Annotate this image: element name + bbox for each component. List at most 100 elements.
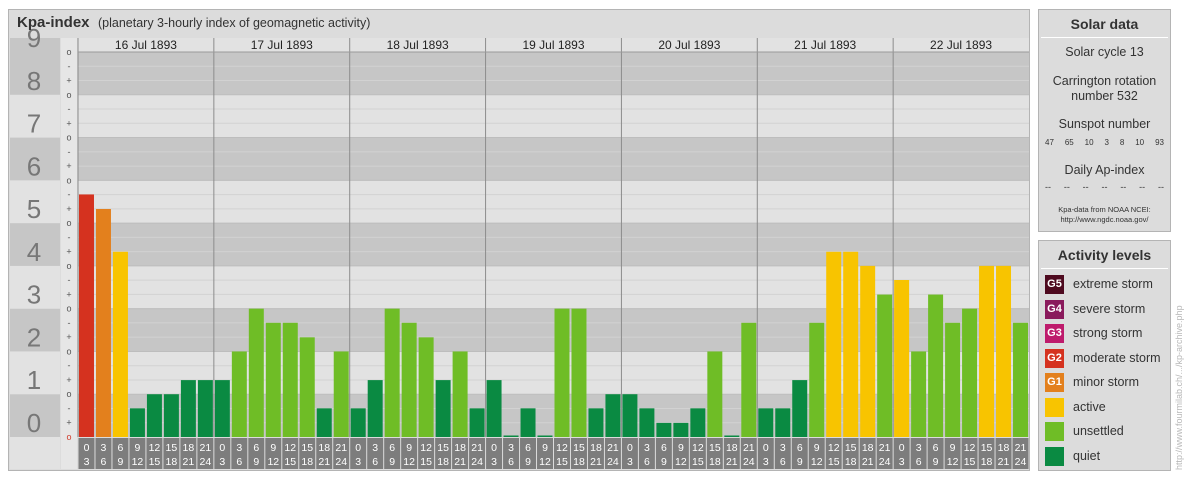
sunspot-value: 10: [1084, 138, 1094, 147]
level-item-active: active: [1045, 397, 1170, 418]
level-item-quiet: quiet: [1045, 446, 1170, 467]
divider: [1041, 37, 1168, 38]
kp-bar: [554, 308, 570, 437]
kp-bar: [928, 294, 944, 437]
day-label: 19 Jul 1893: [522, 38, 584, 52]
interval-start-label: 3: [372, 442, 378, 454]
y-axis-label: 0: [27, 408, 41, 438]
interval-start-label: 21: [200, 442, 212, 454]
kp-bar: [435, 380, 451, 437]
interval-end-label: 6: [644, 456, 650, 468]
kp-bar: [316, 408, 332, 437]
interval-end-label: 3: [355, 456, 361, 468]
sunspot-value: 65: [1064, 138, 1074, 147]
interval-end-label: 12: [132, 456, 144, 468]
interval-end-label: 15: [556, 456, 568, 468]
level-item-severe-storm: G4 severe storm: [1045, 299, 1170, 320]
data-credit-link[interactable]: http://www.ngdc.noaa.gov/: [1039, 215, 1170, 225]
kp-bar: [775, 408, 791, 437]
interval-start-label: 12: [828, 442, 840, 454]
y-axis-label: 6: [27, 151, 41, 181]
interval-end-label: 3: [899, 456, 905, 468]
plot-band: [78, 94, 1029, 138]
kp-bar: [639, 408, 655, 437]
carrington-line1: Carrington rotation: [1052, 74, 1157, 88]
kp-bar: [146, 394, 162, 437]
interval-start-label: 6: [525, 442, 531, 454]
kp-bar: [962, 308, 978, 437]
solar-data-title: Solar data: [1070, 16, 1139, 32]
kp-bar: [843, 251, 859, 437]
interval-start-label: 15: [166, 442, 178, 454]
ap-value: --: [1139, 182, 1146, 192]
interval-end-label: 15: [284, 456, 296, 468]
interval-start-label: 9: [542, 442, 548, 454]
plot-band: [78, 52, 1029, 95]
interval-start-label: 9: [950, 442, 956, 454]
kp-bar: [299, 337, 315, 437]
interval-start-label: 18: [726, 442, 738, 454]
kp-bar: [520, 408, 536, 437]
plot-band: [78, 223, 1029, 266]
interval-end-label: 9: [797, 456, 803, 468]
interval-start-label: 9: [270, 442, 276, 454]
solar-cycle: Solar cycle 13: [1065, 45, 1144, 59]
interval-start-label: 12: [692, 442, 704, 454]
chart-title: Kpa-index: [17, 14, 90, 31]
level-label: severe storm: [1073, 301, 1146, 316]
interval-start-label: 18: [183, 442, 195, 454]
kp-bar: [452, 351, 468, 437]
interval-start-label: 21: [607, 442, 619, 454]
sunspot-title: Sunspot number: [1058, 117, 1151, 131]
minor-tick-label: +: [66, 247, 71, 257]
interval-start-label: 18: [590, 442, 602, 454]
level-item-unsettled: unsettled: [1045, 422, 1170, 442]
interval-end-label: 3: [219, 456, 225, 468]
interval-end-label: 24: [200, 456, 212, 468]
ap-value: --: [1063, 182, 1070, 192]
interval-start-label: 12: [420, 442, 432, 454]
interval-end-label: 12: [403, 456, 415, 468]
interval-end-label: 6: [236, 456, 242, 468]
minor-tick-label: o: [66, 133, 71, 143]
interval-start-label: 3: [236, 442, 242, 454]
interval-start-label: 9: [814, 442, 820, 454]
interval-start-label: 9: [678, 442, 684, 454]
interval-end-label: 18: [709, 456, 721, 468]
interval-end-label: 21: [998, 456, 1010, 468]
interval-start-label: 21: [1015, 442, 1027, 454]
interval-start-label: 21: [743, 442, 755, 454]
kp-bar: [486, 380, 502, 437]
interval-start-label: 6: [118, 442, 124, 454]
interval-end-label: 12: [267, 456, 279, 468]
interval-start-label: 15: [301, 442, 313, 454]
chart-subtitle: (planetary 3-hourly index of geomagnetic…: [98, 16, 371, 30]
interval-end-label: 9: [661, 456, 667, 468]
interval-start-label: 12: [149, 442, 161, 454]
kp-bar: [503, 435, 519, 437]
interval-end-label: 9: [389, 456, 395, 468]
interval-end-label: 9: [253, 456, 259, 468]
y-axis-label: 3: [27, 280, 41, 310]
interval-end-label: 21: [590, 456, 602, 468]
interval-start-label: 21: [471, 442, 483, 454]
kp-bar: [231, 351, 247, 437]
interval-end-label: 24: [1015, 456, 1027, 468]
carrington-line2: number 532: [1071, 89, 1138, 103]
kp-bar: [724, 435, 740, 437]
data-credit-line1: Kpa-data from NOAA NCEI:: [1058, 205, 1151, 214]
kp-bar: [758, 408, 774, 437]
activity-levels-title: Activity levels: [1057, 247, 1152, 263]
interval-start-label: 0: [491, 442, 497, 454]
interval-start-label: 15: [845, 442, 857, 454]
interval-end-label: 24: [471, 456, 483, 468]
ap-value: --: [1120, 182, 1127, 192]
interval-end-label: 24: [607, 456, 619, 468]
kp-bar: [911, 351, 927, 437]
level-label: moderate storm: [1073, 350, 1161, 365]
level-label: extreme storm: [1073, 277, 1153, 291]
level-swatch: G3: [1045, 324, 1064, 343]
level-swatch: [1045, 446, 1064, 466]
interval-end-label: 12: [539, 456, 551, 468]
kp-bar: [469, 408, 485, 437]
